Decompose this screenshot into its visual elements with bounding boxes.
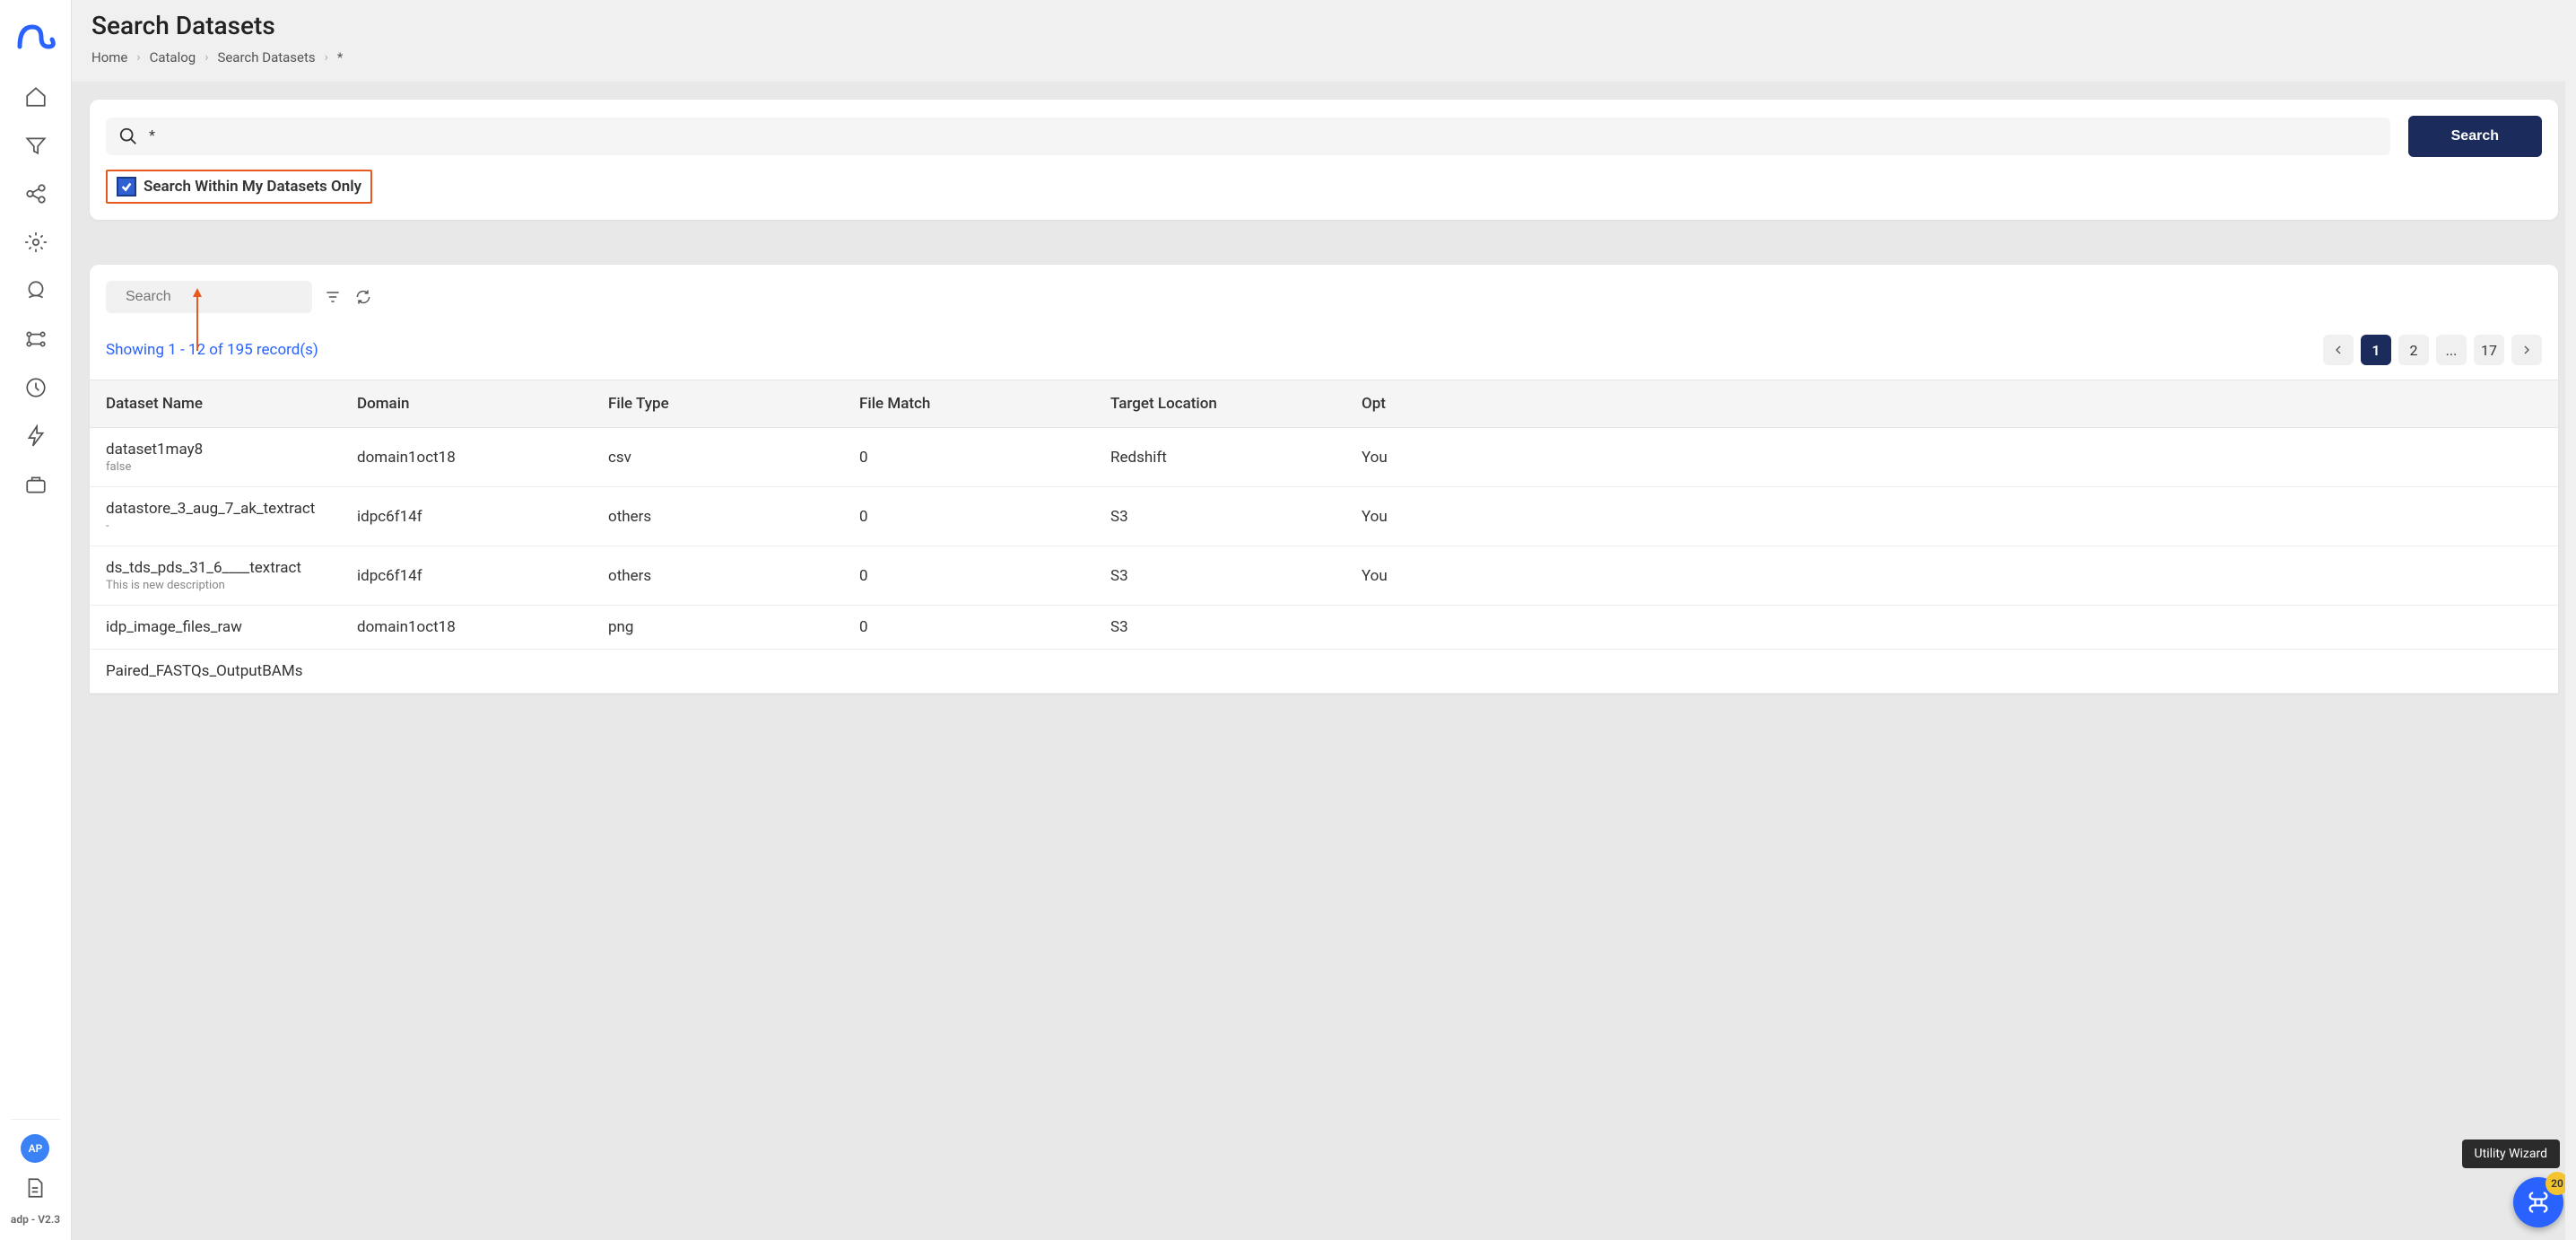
cell-domain: idpc6f14f <box>341 546 592 606</box>
breadcrumb-item[interactable]: Search Datasets <box>217 49 315 65</box>
col-domain[interactable]: Domain <box>341 380 592 428</box>
table-row[interactable]: ds_tds_pds_31_6____textract This is new d… <box>90 546 2558 606</box>
results-search-input[interactable] <box>126 289 311 305</box>
check-icon <box>120 180 133 193</box>
dataset-sub: false <box>106 460 325 474</box>
col-target-location[interactable]: Target Location <box>1094 380 1345 428</box>
results-search-box[interactable] <box>106 281 312 313</box>
search-card: Search Search Within My Datasets Only <box>90 100 2558 220</box>
cell-domain: domain1oct18 <box>341 428 592 487</box>
briefcase-icon[interactable] <box>23 472 48 497</box>
col-file-match[interactable]: File Match <box>843 380 1094 428</box>
chevron-right-icon: › <box>205 50 208 65</box>
cell-file-type: others <box>592 487 843 546</box>
cell-target: Redshift <box>1094 428 1345 487</box>
command-icon <box>2526 1190 2551 1215</box>
cell-file-type <box>592 650 843 694</box>
dataset-name: ds_tds_pds_31_6____textract <box>106 559 325 577</box>
col-file-type[interactable]: File Type <box>592 380 843 428</box>
dataset-sub: This is new description <box>106 579 325 592</box>
search-button[interactable]: Search <box>2408 116 2542 157</box>
cell-file-type: png <box>592 606 843 650</box>
avatar[interactable]: AP <box>21 1134 49 1163</box>
breadcrumb: Home › Catalog › Search Datasets › * <box>91 49 2556 65</box>
dataset-name: idp_image_files_raw <box>106 618 325 636</box>
cell-domain: idpc6f14f <box>341 487 592 546</box>
sidebar: AP adp - V2.3 <box>0 0 72 1240</box>
table-row[interactable]: datastore_3_aug_7_ak_textract - idpc6f14fo… <box>90 487 2558 546</box>
cell-file-match: 0 <box>843 546 1094 606</box>
pagination: 1 2 ... 17 <box>2323 335 2542 365</box>
results-table: Dataset Name Domain File Type File Match… <box>90 380 2558 694</box>
page-prev[interactable] <box>2323 335 2354 365</box>
header: Search Datasets Home › Catalog › Search … <box>72 0 2576 82</box>
table-row[interactable]: dataset1may8 false domain1oct18csv0Redshif… <box>90 428 2558 487</box>
cell-file-match: 0 <box>843 428 1094 487</box>
utility-wizard-tooltip: Utility Wizard <box>2462 1140 2560 1168</box>
globe-icon[interactable] <box>23 278 48 303</box>
filter-icon[interactable] <box>323 287 343 307</box>
page-title: Search Datasets <box>91 11 2556 40</box>
breadcrumb-item: * <box>337 49 343 65</box>
cell-target: S3 <box>1094 487 1345 546</box>
gear-icon[interactable] <box>23 230 48 255</box>
my-datasets-checkbox-highlight: Search Within My Datasets Only <box>106 170 372 204</box>
results-card: Showing 1 - 12 of 195 record(s) 1 2 ... … <box>90 265 2558 694</box>
dataset-name: datastore_3_aug_7_ak_textract <box>106 500 325 518</box>
search-input[interactable] <box>149 127 2378 146</box>
cell-domain: domain1oct18 <box>341 606 592 650</box>
cell-file-match: 0 <box>843 487 1094 546</box>
records-count: Showing 1 - 12 of 195 record(s) <box>106 341 318 359</box>
dataset-name: Paired_FASTQs_OutputBAMs <box>106 662 325 680</box>
funnel-icon[interactable] <box>23 133 48 158</box>
cell-opt: You <box>1345 546 2558 606</box>
breadcrumb-item[interactable]: Home <box>91 49 127 65</box>
cell-file-match: 0 <box>843 606 1094 650</box>
scrollbar[interactable] <box>2565 0 2576 1240</box>
flow-icon[interactable] <box>23 327 48 352</box>
page-ellipsis[interactable]: ... <box>2436 335 2467 365</box>
dataset-sub: - <box>106 520 325 533</box>
refresh-icon[interactable] <box>353 287 373 307</box>
cell-file-type: csv <box>592 428 843 487</box>
dataset-name: dataset1may8 <box>106 441 325 458</box>
my-datasets-checkbox[interactable] <box>117 177 136 196</box>
cell-opt <box>1345 650 2558 694</box>
document-icon[interactable] <box>22 1175 48 1201</box>
col-opt[interactable]: Opt <box>1345 380 2558 428</box>
cell-opt: You <box>1345 487 2558 546</box>
cell-opt <box>1345 606 2558 650</box>
table-row[interactable]: Paired_FASTQs_OutputBAMs <box>90 650 2558 694</box>
cell-target: S3 <box>1094 546 1345 606</box>
cell-opt: You <box>1345 428 2558 487</box>
bolt-icon[interactable] <box>23 424 48 449</box>
cell-file-match <box>843 650 1094 694</box>
nodes-icon[interactable] <box>23 181 48 206</box>
cell-domain <box>341 650 592 694</box>
cell-file-type: others <box>592 546 843 606</box>
home-icon[interactable] <box>23 84 48 109</box>
col-dataset-name[interactable]: Dataset Name <box>90 380 341 428</box>
page-17[interactable]: 17 <box>2474 335 2504 365</box>
search-box[interactable] <box>106 118 2390 155</box>
cell-target: S3 <box>1094 606 1345 650</box>
version-label: adp - V2.3 <box>11 1213 60 1226</box>
chevron-right-icon: › <box>136 50 140 65</box>
cell-target <box>1094 650 1345 694</box>
search-icon <box>118 127 138 146</box>
my-datasets-label: Search Within My Datasets Only <box>144 178 361 196</box>
utility-wizard-button[interactable]: 20 <box>2513 1177 2563 1227</box>
app-logo[interactable] <box>14 14 57 57</box>
page-2[interactable]: 2 <box>2398 335 2429 365</box>
breadcrumb-item[interactable]: Catalog <box>150 49 196 65</box>
page-next[interactable] <box>2511 335 2542 365</box>
clock-icon[interactable] <box>23 375 48 400</box>
table-row[interactable]: idp_image_files_raw domain1oct18png0S3 <box>90 606 2558 650</box>
page-1[interactable]: 1 <box>2361 335 2391 365</box>
chevron-right-icon: › <box>325 50 328 65</box>
